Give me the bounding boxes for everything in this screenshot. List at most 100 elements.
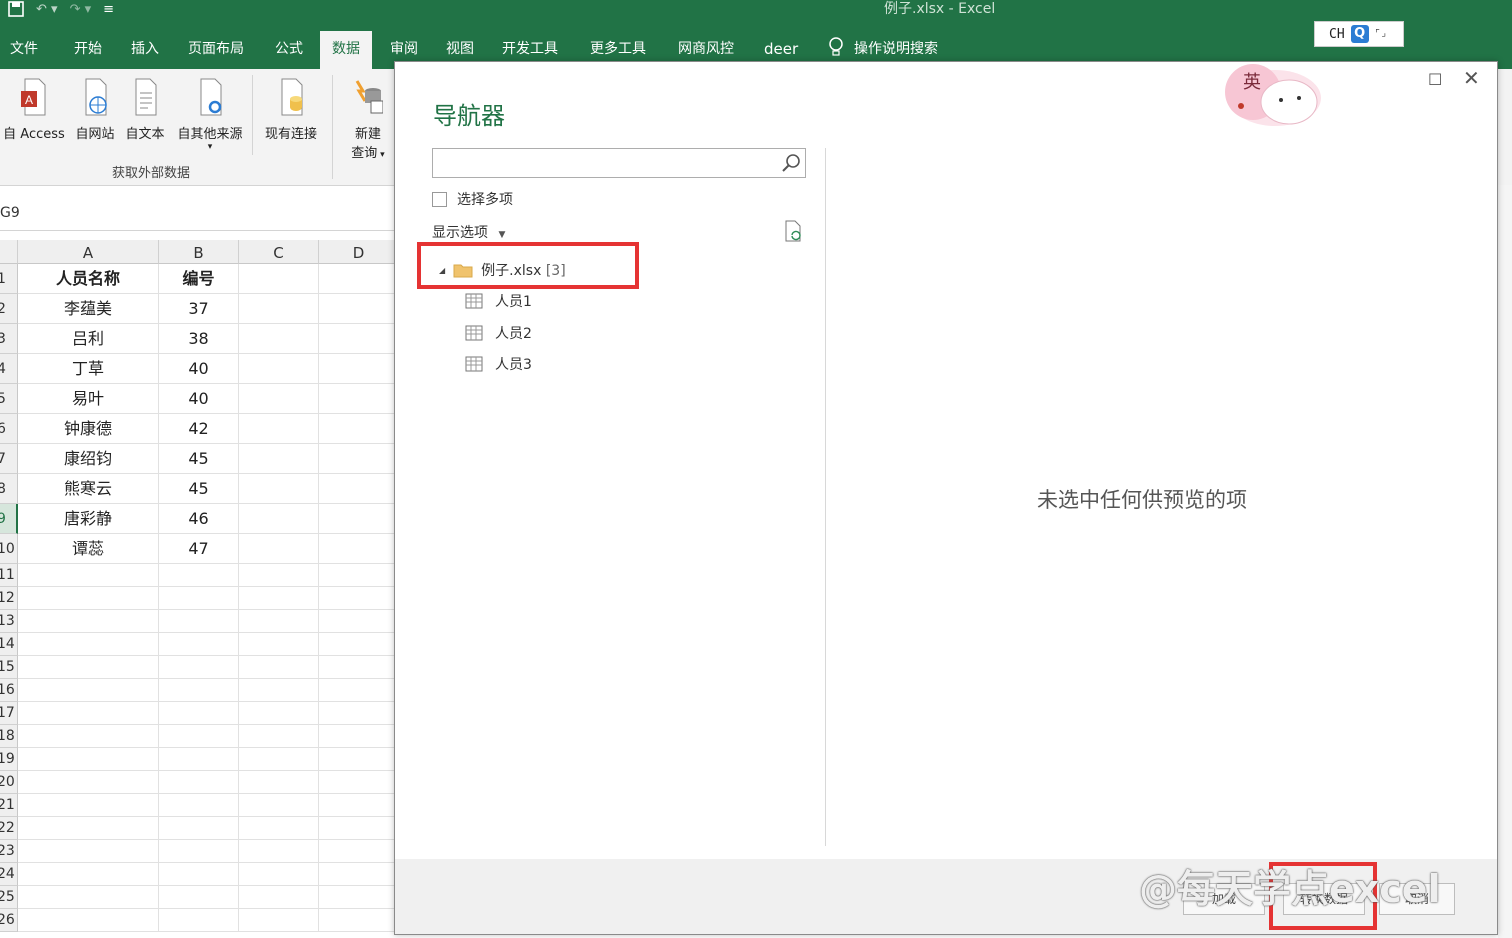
cell-a[interactable]: 康绍钧 [18,444,159,474]
cell-d[interactable] [319,414,399,444]
cell-empty[interactable] [18,564,159,587]
cell-empty[interactable] [319,587,399,610]
checkbox-box[interactable] [432,191,447,207]
row-header[interactable]: 7 [0,444,18,474]
from-access-button[interactable]: A 自 Access [0,77,68,142]
cell-empty[interactable] [18,679,159,702]
column-header-a[interactable]: A [18,240,159,264]
cell-c[interactable] [239,444,319,474]
cell-empty[interactable] [159,817,239,840]
cell-empty[interactable] [159,633,239,656]
cell-empty[interactable] [159,886,239,909]
row-header[interactable]: 14 [0,633,18,656]
cell-empty[interactable] [18,863,159,886]
cell-empty[interactable] [319,633,399,656]
from-text-button[interactable]: 自文本 [120,77,170,142]
select-all-corner[interactable] [0,240,18,264]
cell-empty[interactable] [18,748,159,771]
cell-empty[interactable] [159,725,239,748]
cell-d[interactable] [319,324,399,354]
cell-a[interactable]: 谭蕊 [18,534,159,564]
cell-empty[interactable] [18,909,159,932]
cell-empty[interactable] [239,817,319,840]
tab-data[interactable]: 数据 [320,31,372,69]
cell-empty[interactable] [319,656,399,679]
row-header[interactable]: 18 [0,725,18,748]
cell-empty[interactable] [18,610,159,633]
cell-b[interactable]: 37 [159,294,239,324]
cell-empty[interactable] [239,564,319,587]
cell-empty[interactable] [18,702,159,725]
cell-empty[interactable] [159,656,239,679]
row-header[interactable]: 24 [0,863,18,886]
cell-a[interactable]: 易叶 [18,384,159,414]
row-header[interactable]: 15 [0,656,18,679]
cell-d[interactable] [319,384,399,414]
row-header[interactable]: 22 [0,817,18,840]
cell-empty[interactable] [18,840,159,863]
cell-b[interactable]: 46 [159,504,239,534]
cell-empty[interactable] [18,656,159,679]
cell-d[interactable] [319,294,399,324]
cell-empty[interactable] [239,679,319,702]
cell-empty[interactable] [319,702,399,725]
cell-empty[interactable] [239,840,319,863]
tree-item-sheet[interactable]: 人员2 [465,323,532,343]
cell-a[interactable]: 人员名称 [18,264,159,294]
cell-empty[interactable] [159,564,239,587]
cell-empty[interactable] [159,679,239,702]
row-header[interactable]: 3 [0,324,18,354]
cell-empty[interactable] [239,748,319,771]
cell-empty[interactable] [319,679,399,702]
row-header[interactable]: 23 [0,840,18,863]
cell-b[interactable]: 45 [159,474,239,504]
cell-empty[interactable] [18,794,159,817]
tab-file[interactable]: 文件 [8,36,40,66]
row-header[interactable]: 19 [0,748,18,771]
row-header[interactable]: 20 [0,771,18,794]
cell-a[interactable]: 钟康德 [18,414,159,444]
cell-empty[interactable] [319,725,399,748]
search-icon[interactable] [781,153,801,173]
cell-empty[interactable] [239,771,319,794]
select-multiple-checkbox[interactable]: 选择多项 [432,189,513,209]
cell-b[interactable]: 47 [159,534,239,564]
cell-empty[interactable] [319,794,399,817]
tab-insert[interactable]: 插入 [129,36,161,66]
display-options-dropdown[interactable]: 显示选项 ▼ [432,222,505,242]
cell-empty[interactable] [18,886,159,909]
cell-a[interactable]: 唐彩静 [18,504,159,534]
tab-home[interactable]: 开始 [72,36,104,66]
cell-c[interactable] [239,384,319,414]
cell-b[interactable]: 40 [159,354,239,384]
existing-connections-button[interactable]: 现有连接 [256,77,326,142]
tree-item-sheet[interactable]: 人员1 [465,291,532,311]
tab-formulas[interactable]: 公式 [273,36,305,66]
cell-empty[interactable] [239,587,319,610]
cell-empty[interactable] [159,909,239,932]
save-icon[interactable] [8,1,24,17]
cell-empty[interactable] [18,771,159,794]
row-header[interactable]: 17 [0,702,18,725]
cell-empty[interactable] [18,725,159,748]
cell-empty[interactable] [159,587,239,610]
cell-empty[interactable] [319,771,399,794]
customize-qat-icon[interactable]: ≡ [103,2,114,17]
row-header[interactable]: 10 [0,534,18,564]
cell-empty[interactable] [239,633,319,656]
cell-empty[interactable] [319,748,399,771]
cell-empty[interactable] [159,702,239,725]
cell-c[interactable] [239,534,319,564]
row-header[interactable]: 1 [0,264,18,294]
row-header[interactable]: 11 [0,564,18,587]
cell-empty[interactable] [18,817,159,840]
cell-empty[interactable] [239,702,319,725]
from-other-sources-button[interactable]: 自其他来源 ▾ [170,77,250,152]
undo-icon[interactable]: ↶ ▾ [36,2,58,17]
cell-c[interactable] [239,264,319,294]
column-header-d[interactable]: D [319,240,399,264]
row-header[interactable]: 12 [0,587,18,610]
cell-empty[interactable] [239,656,319,679]
new-query-button[interactable]: 新建 查询 ▾ [340,77,396,161]
cell-empty[interactable] [159,863,239,886]
